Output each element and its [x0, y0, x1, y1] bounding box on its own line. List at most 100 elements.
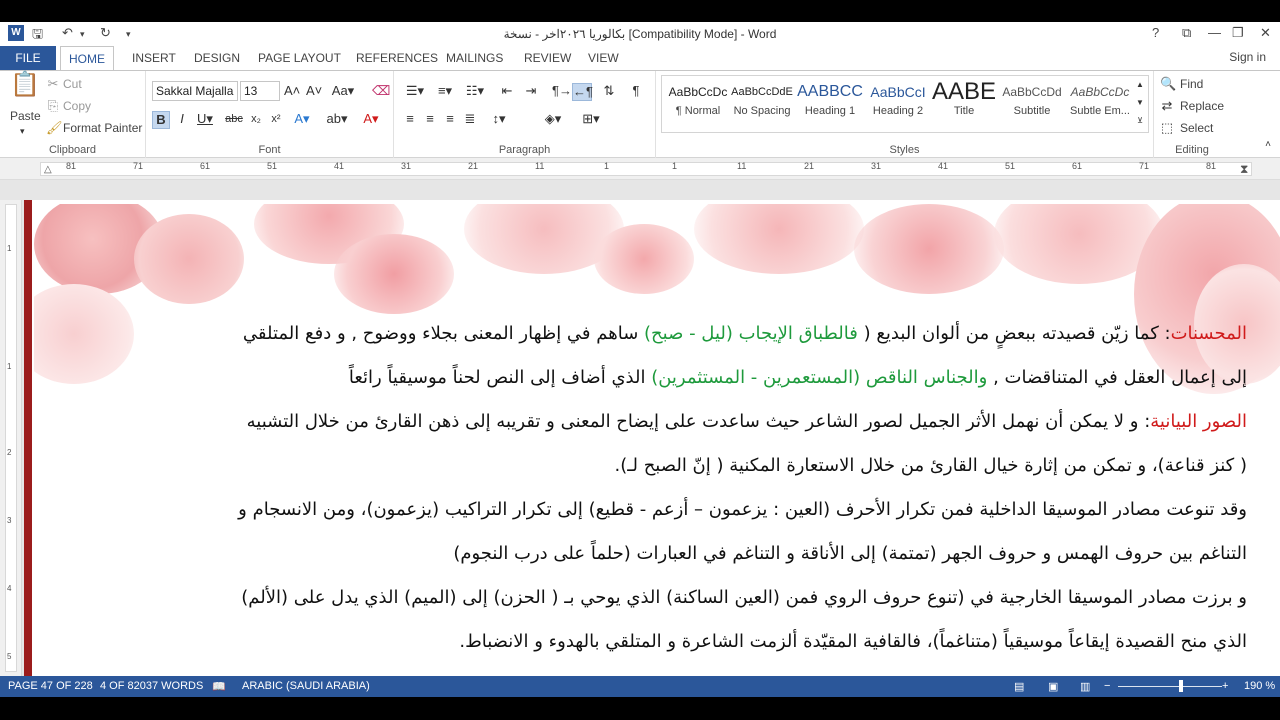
zoom-slider-thumb[interactable] — [1179, 680, 1183, 692]
print-layout-icon[interactable]: ▣ — [1048, 680, 1058, 693]
ribbon-display-icon[interactable]: ⧉ — [1182, 25, 1191, 41]
multilevel-list-icon[interactable]: ☷▾ — [462, 83, 488, 101]
text-effects-icon[interactable]: A▾ — [290, 111, 314, 129]
show-marks-icon[interactable]: ¶ — [628, 83, 644, 101]
style-no-spacing[interactable]: AaBbCcDdE No Spacing — [728, 77, 796, 133]
web-layout-icon[interactable]: ▥ — [1080, 680, 1090, 693]
language-indicator[interactable]: ARABIC (SAUDI ARABIA) — [242, 680, 370, 692]
underline-button[interactable]: U▾ — [194, 111, 216, 129]
restore-icon[interactable]: ❐ — [1232, 25, 1244, 41]
bold-button[interactable]: B — [152, 111, 170, 129]
word-window: W 🖫 ↶ ▾ ↻ ▾ بكالوريا ٢٠٢٦اخر - نسخة [Com… — [0, 0, 1280, 720]
ltr-icon[interactable]: ¶→ — [552, 83, 572, 101]
cut-button[interactable]: Cut — [63, 77, 82, 91]
minimize-icon[interactable]: — — [1208, 25, 1221, 40]
increase-indent-icon[interactable]: ⇥ — [522, 83, 540, 101]
tab-view[interactable]: VIEW — [580, 46, 627, 70]
word-count[interactable]: 4 OF 82037 WORDS — [100, 680, 203, 692]
zoom-level[interactable]: 190 % — [1244, 680, 1275, 692]
styles-scroll-up-icon[interactable]: ▲ — [1134, 77, 1146, 95]
style-heading-2[interactable]: AaBbCcI Heading 2 — [864, 77, 932, 133]
select-icon[interactable]: ⬚ — [1160, 120, 1174, 138]
style-normal[interactable]: AaBbCcDc ¶ Normal — [664, 77, 732, 133]
paste-icon[interactable]: 📋 — [10, 73, 40, 107]
find-button[interactable]: Find — [1180, 77, 1203, 91]
sort-icon[interactable]: ⇅ — [600, 83, 618, 101]
borders-icon[interactable]: ⊞▾ — [578, 111, 604, 129]
style-subtitle[interactable]: AaBbCcDd Subtitle — [998, 77, 1066, 133]
text-run: ( كنز قناعة)، و تمكن من إثارة خيال القار… — [614, 455, 1247, 476]
clipboard-label: Clipboard — [48, 144, 97, 156]
align-center-icon[interactable]: ≡ — [422, 111, 438, 129]
decrease-indent-icon[interactable]: ⇤ — [498, 83, 516, 101]
align-right-icon[interactable]: ≡ — [442, 111, 458, 129]
find-icon[interactable]: 🔍 — [1160, 76, 1176, 94]
highlight-color-icon[interactable]: ab▾ — [322, 111, 352, 129]
styles-scroll-down-icon[interactable]: ▼ — [1134, 95, 1146, 113]
clear-formatting-icon[interactable]: ⌫ — [372, 83, 390, 101]
shrink-font-icon[interactable]: A˅ — [306, 83, 322, 101]
tab-review[interactable]: REVIEW — [516, 46, 579, 70]
shading-icon[interactable]: ◈▾ — [540, 111, 566, 129]
right-indent-marker-icon[interactable]: ⧗ — [1240, 162, 1248, 177]
font-color-icon[interactable]: A▾ — [358, 111, 384, 129]
grow-font-icon[interactable]: A˄ — [284, 83, 300, 101]
style-subtle-emphasis[interactable]: AaBbCcDc Subtle Em... — [1066, 77, 1134, 133]
line-spacing-icon[interactable]: ↕▾ — [488, 111, 510, 129]
font-label: Font — [258, 144, 281, 156]
subscript-button[interactable]: x₂ — [248, 111, 264, 129]
read-mode-icon[interactable]: ▤ — [1014, 680, 1024, 693]
tab-insert[interactable]: INSERT — [124, 46, 184, 70]
strikethrough-button[interactable]: abc — [224, 111, 244, 129]
collapse-ribbon-icon[interactable]: ˄ — [1262, 137, 1274, 155]
align-left-icon[interactable]: ≡ — [402, 111, 418, 129]
document-text[interactable]: المحسنات: كما زيّن قصيدته ببعضٍ من ألوان… — [42, 312, 1247, 664]
tab-page-layout[interactable]: PAGE LAYOUT — [250, 46, 349, 70]
numbering-icon[interactable]: ≡▾ — [432, 83, 458, 101]
zoom-slider[interactable] — [1118, 686, 1222, 687]
paste-button[interactable]: Paste — [10, 109, 41, 123]
vruler-tick: 1 — [7, 244, 12, 253]
vertical-ruler[interactable]: 1 1 2 3 4 5 — [0, 200, 22, 676]
ruler-tick: 21 — [804, 161, 815, 171]
zoom-in-icon[interactable]: + — [1222, 680, 1228, 692]
select-button[interactable]: Select — [1180, 121, 1213, 135]
text-run: الذي أضاف إلى النص لحناً موسيقياً رائعاً — [348, 367, 652, 388]
help-icon[interactable]: ? — [1152, 25, 1159, 40]
tab-references[interactable]: REFERENCES — [348, 46, 446, 70]
font-size-select[interactable]: 13 — [240, 81, 280, 101]
text-run: : و لا يمكن أن نهمل الأثر الجميل لصور ال… — [246, 411, 1151, 432]
change-case-icon[interactable]: Aa▾ — [330, 83, 356, 101]
styles-more-icon[interactable]: ⊻ — [1134, 113, 1146, 131]
cut-icon[interactable]: ✂ — [46, 76, 60, 94]
horizontal-ruler[interactable]: 81 71 61 51 41 31 21 11 1 1 11 21 31 41 … — [0, 158, 1280, 180]
superscript-button[interactable]: x² — [268, 111, 284, 129]
format-painter-button[interactable]: Format Painter — [63, 121, 142, 135]
tab-design[interactable]: DESIGN — [186, 46, 248, 70]
rtl-icon[interactable]: ←¶ — [572, 83, 593, 101]
tab-file[interactable]: FILE — [0, 46, 56, 70]
font-family-select[interactable]: Sakkal Majalla — [152, 81, 238, 101]
replace-button[interactable]: Replace — [1180, 99, 1224, 113]
document-page[interactable]: المحسنات: كما زيّن قصيدته ببعضٍ من ألوان… — [24, 200, 1280, 676]
paste-dropdown-icon[interactable]: ▾ — [20, 123, 25, 141]
copy-icon[interactable]: ⎘ — [46, 98, 60, 116]
italic-button[interactable]: I — [174, 111, 190, 129]
zoom-out-icon[interactable]: − — [1104, 680, 1110, 692]
close-icon[interactable]: ✕ — [1260, 25, 1271, 41]
page-count[interactable]: PAGE 47 OF 228 — [8, 680, 93, 692]
copy-button[interactable]: Copy — [63, 99, 91, 113]
sign-in-link[interactable]: Sign in — [1229, 50, 1266, 64]
bullets-icon[interactable]: ☰▾ — [402, 83, 428, 101]
style-heading-1[interactable]: AABBCC Heading 1 — [796, 77, 864, 133]
tab-mailings[interactable]: MAILINGS — [438, 46, 511, 70]
proofing-icon[interactable]: 📖 — [212, 680, 226, 693]
replace-icon[interactable]: ⇄ — [1160, 98, 1174, 116]
justify-icon[interactable]: ≣ — [462, 111, 478, 129]
style-title[interactable]: AABE Title — [930, 77, 998, 133]
ruler-tick: 1 — [672, 161, 678, 171]
tab-home[interactable]: HOME — [60, 46, 114, 71]
indent-marker-icon[interactable]: △ — [44, 164, 52, 175]
ruler-tick: 31 — [401, 161, 412, 171]
format-painter-icon[interactable]: 🖌 — [46, 120, 63, 138]
